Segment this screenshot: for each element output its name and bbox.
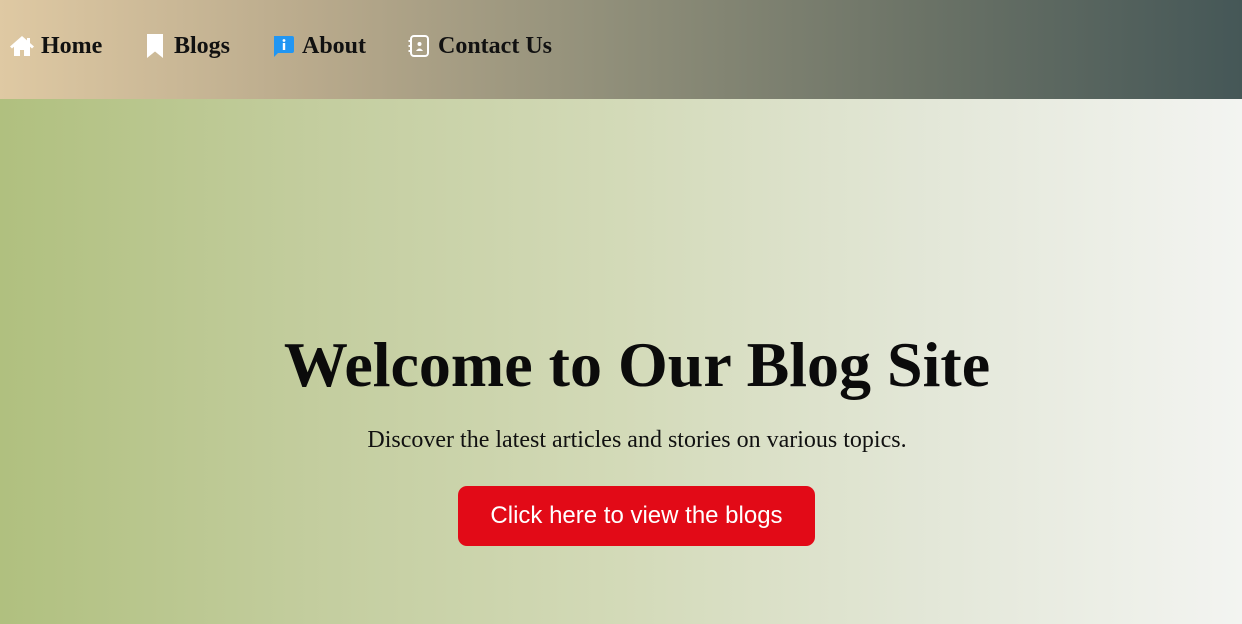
home-icon (9, 33, 35, 59)
info-icon (270, 33, 296, 59)
nav-label-about: About (302, 32, 367, 59)
nav-item-about[interactable]: About (270, 0, 366, 92)
hero-subtitle: Discover the latest articles and stories… (367, 427, 907, 453)
contact-book-icon (406, 33, 432, 59)
nav-item-blogs[interactable]: Blogs (142, 0, 230, 92)
nav-item-home[interactable]: Home (9, 0, 102, 92)
nav-label-blogs: Blogs (174, 32, 231, 59)
top-navbar: Home Blogs About Contact Us (0, 0, 1242, 99)
view-blogs-button[interactable]: Click here to view the blogs (458, 486, 815, 546)
hero-section: Welcome to Our Blog Site Discover the la… (0, 99, 1242, 624)
hero-title: Welcome to Our Blog Site (283, 329, 991, 400)
nav-label-home: Home (41, 32, 103, 59)
bookmark-icon (142, 33, 168, 59)
nav-item-contact[interactable]: Contact Us (406, 0, 552, 92)
nav-label-contact: Contact Us (438, 32, 552, 59)
